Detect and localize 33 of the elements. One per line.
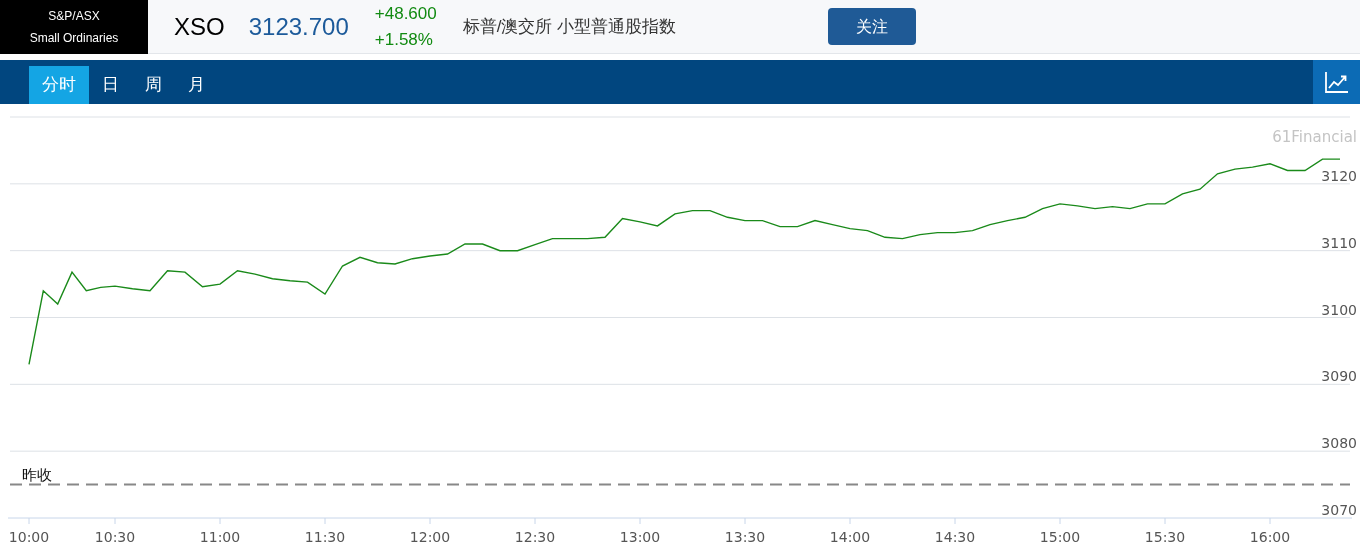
y-tick-label: 3100 (1321, 301, 1357, 318)
x-tick-label: 14:30 (934, 529, 976, 545)
x-tick-label: 12:30 (514, 529, 556, 545)
previous-close-label: 昨收 (22, 465, 52, 484)
x-tick-label: 16:00 (1249, 529, 1291, 545)
x-tick-label: 10:00 (8, 529, 50, 545)
period-tab[interactable]: 日 (94, 66, 127, 104)
follow-button[interactable]: 关注 (828, 8, 916, 45)
y-tick-label: 3090 (1321, 368, 1357, 385)
symbol: XSO (174, 11, 225, 42)
y-tick-label: 3080 (1321, 435, 1357, 452)
x-tick-label: 15:00 (1039, 529, 1081, 545)
x-tick-label: 13:00 (619, 529, 661, 545)
index-logo: S&P/ASX Small Ordinaries (0, 0, 148, 54)
line-chart-icon (1324, 71, 1349, 93)
index-name: 标普/澳交所 小型普通股指数 (462, 15, 677, 38)
x-tick-label: 10:30 (94, 529, 136, 545)
x-tick-label: 11:00 (199, 529, 241, 545)
source-credit: 61Financial (1272, 128, 1357, 146)
y-tick-label: 3120 (1321, 167, 1357, 184)
percent-change: +1.58% (374, 28, 434, 51)
x-tick-label: 14:00 (829, 529, 871, 545)
period-tab[interactable]: 周 (137, 66, 170, 104)
y-tick-label: 3070 (1321, 502, 1357, 518)
x-tick-label: 11:30 (304, 529, 346, 545)
y-tick-label: 3110 (1321, 234, 1357, 251)
chart-type-button[interactable] (1313, 60, 1360, 104)
price-change: +48.600 (374, 2, 437, 25)
x-tick-label: 12:00 (409, 529, 451, 545)
x-tick-label: 15:30 (1144, 529, 1186, 545)
period-tab[interactable]: 月 (180, 66, 213, 104)
price: 3123.700 (248, 11, 349, 42)
x-tick-label: 13:30 (724, 529, 766, 545)
